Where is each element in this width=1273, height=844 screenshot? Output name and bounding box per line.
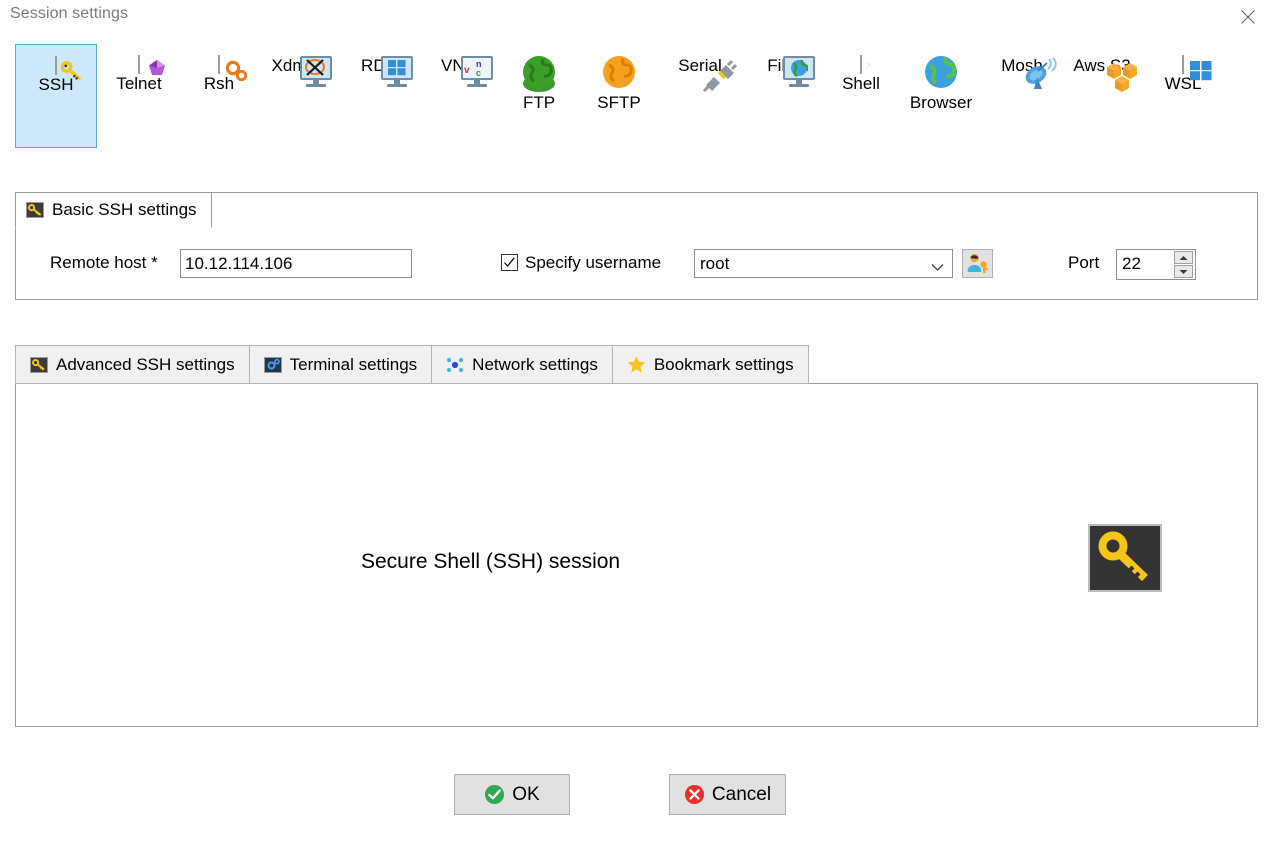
- session-type-ftp[interactable]: FTP: [498, 44, 580, 148]
- title-bar: Session settings: [0, 0, 1273, 32]
- ok-button[interactable]: OK: [454, 774, 570, 815]
- ftp-globe-icon: [523, 56, 555, 92]
- session-type-vnc[interactable]: v n c VNC: [418, 44, 500, 148]
- session-type-browser[interactable]: Browser: [900, 44, 982, 148]
- session-type-xdmcp[interactable]: Xdmcp: [257, 44, 339, 148]
- tab-network-settings[interactable]: Network settings: [431, 345, 612, 384]
- port-spinner[interactable]: 22: [1116, 249, 1196, 280]
- ssh-key-large-icon: [1088, 524, 1162, 592]
- username-combobox[interactable]: root: [694, 249, 953, 278]
- rsh-gears-icon: [218, 55, 248, 82]
- terminal-gear-icon: [263, 356, 282, 373]
- tab-label: Terminal settings: [289, 354, 418, 374]
- remote-host-input[interactable]: [180, 249, 412, 278]
- browser-globe-icon: [925, 56, 957, 92]
- session-type-ssh[interactable]: SSH: [15, 44, 97, 148]
- username-value: root: [700, 254, 730, 273]
- ssh-key-icon: [26, 202, 44, 218]
- ssh-key-icon: [55, 56, 82, 81]
- session-type-toolbar: SSH Telnet Rsh Xdmcp RDP v n c VNC FTP SFTP Serial F…: [0, 44, 1273, 150]
- session-type-serial[interactable]: Serial: [659, 44, 741, 148]
- session-type-label: FTP: [522, 93, 556, 112]
- select-user-key-button[interactable]: [962, 249, 993, 278]
- window-title: Session settings: [10, 5, 129, 22]
- remote-host-label: Remote host *: [50, 253, 158, 272]
- session-type-file[interactable]: File: [740, 44, 822, 148]
- wsl-windows-icon: [1182, 55, 1212, 81]
- svg-text:>: >: [865, 61, 872, 73]
- user-key-icon: [967, 253, 988, 274]
- session-type-sftp[interactable]: SFTP: [578, 44, 660, 148]
- ok-button-label: OK: [512, 783, 540, 805]
- specify-username-checkbox[interactable]: [501, 254, 518, 271]
- port-increment-button[interactable]: [1174, 251, 1193, 264]
- session-type-mosh[interactable]: Mosh: [981, 44, 1063, 148]
- session-type-rsh[interactable]: Rsh: [178, 44, 260, 148]
- basic-ssh-settings-tab[interactable]: Basic SSH settings: [15, 192, 212, 228]
- close-icon: [1241, 10, 1255, 24]
- session-type-aws-s3[interactable]: Aws S3: [1061, 44, 1143, 148]
- sftp-globe-icon: [603, 56, 635, 92]
- port-value: 22: [1122, 254, 1141, 273]
- tab-advanced-ssh-settings[interactable]: Advanced SSH settings: [15, 345, 249, 384]
- session-type-label: Browser: [909, 93, 973, 112]
- settings-tab-panel: [15, 383, 1258, 727]
- check-circle-icon: [485, 784, 505, 805]
- cancel-button[interactable]: Cancel: [669, 774, 786, 815]
- ssh-key-icon: [30, 356, 48, 373]
- tab-terminal-settings[interactable]: Terminal settings: [248, 345, 432, 384]
- settings-tab-strip: Advanced SSH settings Terminal settings Ne…: [15, 345, 809, 384]
- specify-username-label: Specify username: [525, 253, 662, 272]
- chevron-up-icon: [1179, 256, 1188, 260]
- session-type-shell[interactable]: > Shell: [820, 44, 902, 148]
- session-type-telnet[interactable]: Telnet: [98, 44, 180, 148]
- network-dots-icon: [446, 356, 464, 374]
- tab-label: Network settings: [472, 354, 598, 374]
- checkmark-icon: [504, 257, 515, 267]
- port-label: Port: [1068, 253, 1100, 272]
- shell-prompt-icon: >: [860, 55, 872, 74]
- session-type-wsl[interactable]: WSL: [1142, 44, 1224, 148]
- close-button[interactable]: [1231, 2, 1265, 30]
- x-circle-icon: [684, 784, 704, 805]
- panel-caption: Secure Shell (SSH) session: [361, 550, 621, 573]
- session-type-label: SFTP: [597, 93, 641, 112]
- star-icon: [627, 355, 646, 374]
- tab-bookmark-settings[interactable]: Bookmark settings: [611, 345, 809, 384]
- chevron-down-icon: [1179, 270, 1188, 274]
- tab-label: Advanced SSH settings: [56, 354, 235, 374]
- chevron-down-icon: [931, 259, 944, 277]
- port-decrement-button[interactable]: [1174, 265, 1193, 278]
- svg-text:c: c: [476, 68, 481, 78]
- session-type-rdp[interactable]: RDP: [338, 44, 420, 148]
- telnet-crystal-icon: [138, 55, 165, 75]
- cancel-button-label: Cancel: [711, 783, 772, 805]
- basic-ssh-settings-tab-label: Basic SSH settings: [52, 200, 197, 219]
- tab-label: Bookmark settings: [653, 354, 794, 374]
- svg-text:v: v: [464, 65, 470, 76]
